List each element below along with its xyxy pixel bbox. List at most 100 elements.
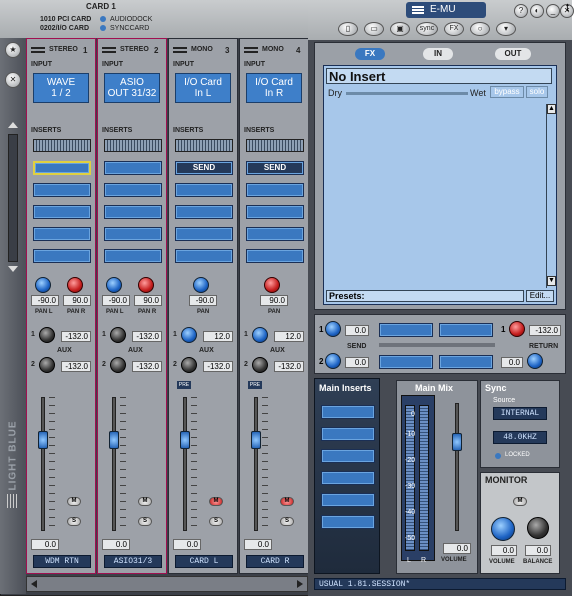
sidebar-scrollbar[interactable] <box>8 134 18 262</box>
help-button[interactable]: ? <box>514 4 528 18</box>
sync-button[interactable]: sync <box>416 22 438 36</box>
monitor-mute-button[interactable]: M <box>513 497 527 506</box>
solo-button[interactable]: S <box>67 517 81 526</box>
pan-r-knob[interactable] <box>67 277 83 293</box>
pan-r-knob[interactable] <box>138 277 154 293</box>
insert-slot[interactable] <box>175 227 233 241</box>
new-session-button[interactable]: ▯ <box>338 22 358 36</box>
fx-scroll-up-icon[interactable]: ▲ <box>547 104 556 114</box>
send-2-knob[interactable] <box>325 353 341 369</box>
pan-knob[interactable] <box>193 277 209 293</box>
mute-button[interactable]: M <box>209 497 223 506</box>
save-session-button[interactable]: ▣ <box>390 22 410 36</box>
fader-handle[interactable] <box>180 431 190 449</box>
pan-knob[interactable] <box>264 277 280 293</box>
return-2-knob[interactable] <box>527 353 543 369</box>
solo-button[interactable]: S <box>280 517 294 526</box>
send-button[interactable]: SEND <box>175 161 233 175</box>
main-fader-handle[interactable] <box>452 433 462 451</box>
tab-fx[interactable]: FX <box>355 48 385 60</box>
strip-scrollbar[interactable] <box>26 576 308 592</box>
insert-slot[interactable] <box>175 249 233 263</box>
solo-button[interactable]: solo <box>526 86 548 98</box>
insert-slot[interactable] <box>33 205 91 219</box>
fx-toolbar-button[interactable]: FX <box>444 22 464 36</box>
input-selector[interactable]: ASIO OUT 31/32 <box>104 73 160 103</box>
insert-slot[interactable] <box>246 205 304 219</box>
send-slot-4[interactable] <box>439 355 493 369</box>
close-icon[interactable]: ✕ <box>5 72 21 88</box>
insert-slot[interactable] <box>246 249 304 263</box>
insert-slot[interactable] <box>104 227 162 241</box>
aux-1-knob[interactable] <box>110 327 126 343</box>
return-1-knob[interactable] <box>509 321 525 337</box>
insert-slot[interactable] <box>246 139 304 152</box>
input-selector[interactable]: WAVE 1 / 2 <box>33 73 89 103</box>
aux-2-knob[interactable] <box>39 357 55 373</box>
fader-handle[interactable] <box>251 431 261 449</box>
solo-button[interactable]: S <box>138 517 152 526</box>
main-insert-slot-3[interactable] <box>321 449 375 463</box>
aux-1-knob[interactable] <box>252 327 268 343</box>
aux-2-knob[interactable] <box>181 357 197 373</box>
scroll-up-icon[interactable] <box>8 122 18 128</box>
input-selector[interactable]: I/O Card In L <box>175 73 231 103</box>
fx-scroll-down-icon[interactable]: ▼ <box>547 276 556 286</box>
insert-slot[interactable] <box>33 139 91 152</box>
insert-slot[interactable] <box>246 227 304 241</box>
insert-slot[interactable] <box>175 183 233 197</box>
send-slot-2[interactable] <box>439 323 493 337</box>
aux-1-knob[interactable] <box>181 327 197 343</box>
bypass-button[interactable]: bypass <box>490 86 524 98</box>
aux-2-knob[interactable] <box>252 357 268 373</box>
dry-wet-slider[interactable] <box>346 92 468 95</box>
insert-slot[interactable] <box>33 183 91 197</box>
insert-slot[interactable] <box>175 205 233 219</box>
scroll-right-icon[interactable] <box>297 580 303 588</box>
monitor-balance-knob[interactable] <box>527 517 549 539</box>
insert-slot[interactable] <box>104 183 162 197</box>
send-slot-3[interactable] <box>379 355 433 369</box>
pre-badge[interactable]: PRE <box>177 381 191 389</box>
strip-name[interactable]: ASIO31/3 <box>104 555 162 568</box>
insert-slot[interactable] <box>33 249 91 263</box>
insert-slot[interactable] <box>246 183 304 197</box>
main-insert-slot-6[interactable] <box>321 515 375 529</box>
send-slot-1[interactable] <box>379 323 433 337</box>
strip-name[interactable]: CARD R <box>246 555 304 568</box>
strip-name[interactable]: CARD L <box>175 555 233 568</box>
insert-slot[interactable] <box>175 139 233 152</box>
input-selector[interactable]: I/O Card In R <box>246 73 302 103</box>
send-1-knob[interactable] <box>325 321 341 337</box>
open-session-button[interactable]: ▭ <box>364 22 384 36</box>
pre-badge[interactable]: PRE <box>248 381 262 389</box>
fader-handle[interactable] <box>109 431 119 449</box>
strip-name[interactable]: WDM RTN <box>33 555 91 568</box>
aux-2-knob[interactable] <box>110 357 126 373</box>
tab-out[interactable]: OUT <box>495 48 531 60</box>
insert-slot[interactable] <box>104 205 162 219</box>
mute-button[interactable]: M <box>67 497 81 506</box>
sample-rate-value[interactable]: 48.0KHZ <box>493 431 547 444</box>
settings-button[interactable]: ◐ <box>530 4 544 18</box>
scroll-left-icon[interactable] <box>31 580 37 588</box>
monitor-button[interactable]: ○ <box>470 22 490 36</box>
tab-in[interactable]: IN <box>423 48 453 60</box>
pan-l-knob[interactable] <box>35 277 51 293</box>
scroll-down-icon[interactable] <box>8 266 18 272</box>
fx-scrollbar[interactable]: ▲ ▼ <box>546 104 556 288</box>
insert-slot-selected[interactable] <box>33 161 91 175</box>
solo-button[interactable]: S <box>209 517 223 526</box>
send-button[interactable]: SEND <box>246 161 304 175</box>
mute-button[interactable]: M <box>138 497 152 506</box>
main-insert-slot-5[interactable] <box>321 493 375 507</box>
card-item-1[interactable]: 1010 PCI CARD <box>40 16 91 23</box>
star-button[interactable]: ★ <box>5 42 21 58</box>
mute-button[interactable]: M <box>280 497 294 506</box>
card-item-2[interactable]: 0202/I/O CARD <box>40 25 89 32</box>
menu-button[interactable]: ▾ <box>496 22 516 36</box>
sync-source-value[interactable]: INTERNAL <box>493 407 547 420</box>
edit-button[interactable]: Edit... <box>526 290 554 302</box>
dock-item-2[interactable]: SYNCCARD <box>110 25 149 32</box>
dock-item-1[interactable]: AUDIODOCK <box>110 16 152 23</box>
